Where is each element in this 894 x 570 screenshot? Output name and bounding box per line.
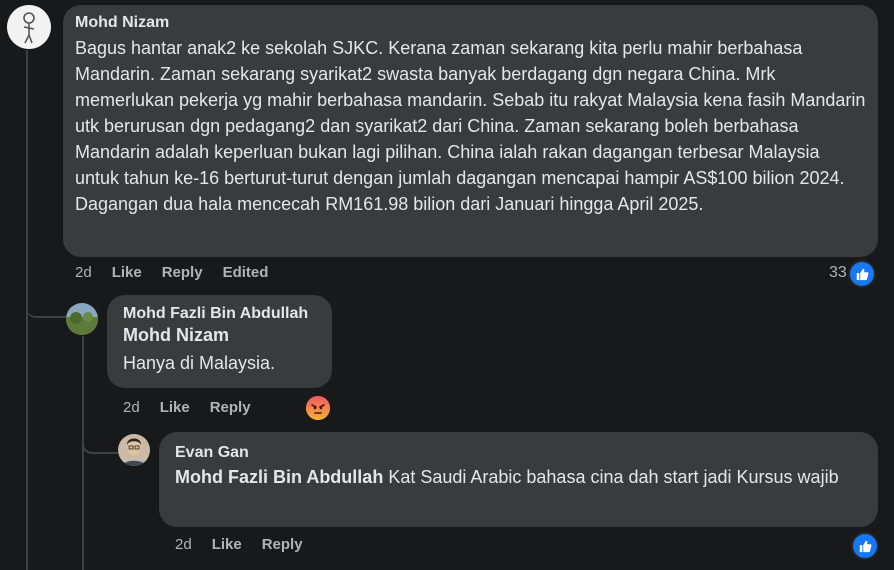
avatar-landscape-icon (66, 303, 98, 335)
angry-icon[interactable] (306, 396, 330, 420)
avatar[interactable] (66, 303, 98, 335)
comment-thread: Mohd Nizam Bagus hantar anak2 ke sekolah… (0, 0, 894, 570)
comment-text: Hanya di Malaysia. (123, 353, 276, 373)
mention-tag[interactable]: Mohd Fazli Bin Abdullah (175, 467, 383, 487)
reply-bubble: Mohd Fazli Bin Abdullah Mohd Nizam Hanya… (107, 295, 332, 388)
like-button[interactable]: Like (160, 399, 190, 416)
comment-author[interactable]: Mohd Fazli Bin Abdullah (123, 305, 316, 323)
comment-text: Kat Saudi Arabic bahasa cina dah start j… (383, 467, 839, 487)
comment-actions: 2d Like Reply (123, 399, 271, 416)
like-button[interactable]: Like (112, 264, 142, 281)
thread-connector-nested (82, 432, 118, 454)
comment-timestamp[interactable]: 2d (123, 399, 140, 416)
mention-tag[interactable]: Mohd Nizam (123, 325, 316, 346)
reply-button[interactable]: Reply (210, 399, 251, 416)
avatar[interactable] (118, 434, 150, 466)
edited-label: Edited (222, 264, 269, 281)
like-button[interactable]: Like (212, 536, 242, 553)
thread-connector (26, 296, 66, 318)
comment-timestamp[interactable]: 2d (175, 536, 192, 553)
reaction-count[interactable]: 33 (829, 264, 847, 282)
reply-button[interactable]: Reply (262, 536, 303, 553)
like-icon[interactable] (848, 260, 876, 288)
comment-bubble: Mohd Nizam Bagus hantar anak2 ke sekolah… (63, 5, 878, 257)
reply-button[interactable]: Reply (162, 264, 203, 281)
comment-author[interactable]: Evan Gan (175, 444, 862, 462)
avatar-person-icon (118, 434, 150, 466)
avatar[interactable] (7, 5, 51, 49)
like-icon[interactable] (851, 532, 879, 560)
reply-bubble: Evan Gan Mohd Fazli Bin Abdullah Kat Sau… (159, 432, 878, 527)
comment-actions: 2d Like Reply (175, 536, 323, 553)
comment-timestamp[interactable]: 2d (75, 264, 92, 281)
avatar-figure-icon (7, 5, 51, 49)
comment-actions: 2d Like Reply Edited (75, 264, 288, 281)
comment-text: Bagus hantar anak2 ke sekolah SJKC. Kera… (75, 38, 866, 214)
thread-line-nested (82, 336, 84, 570)
comment-author[interactable]: Mohd Nizam (75, 14, 866, 32)
